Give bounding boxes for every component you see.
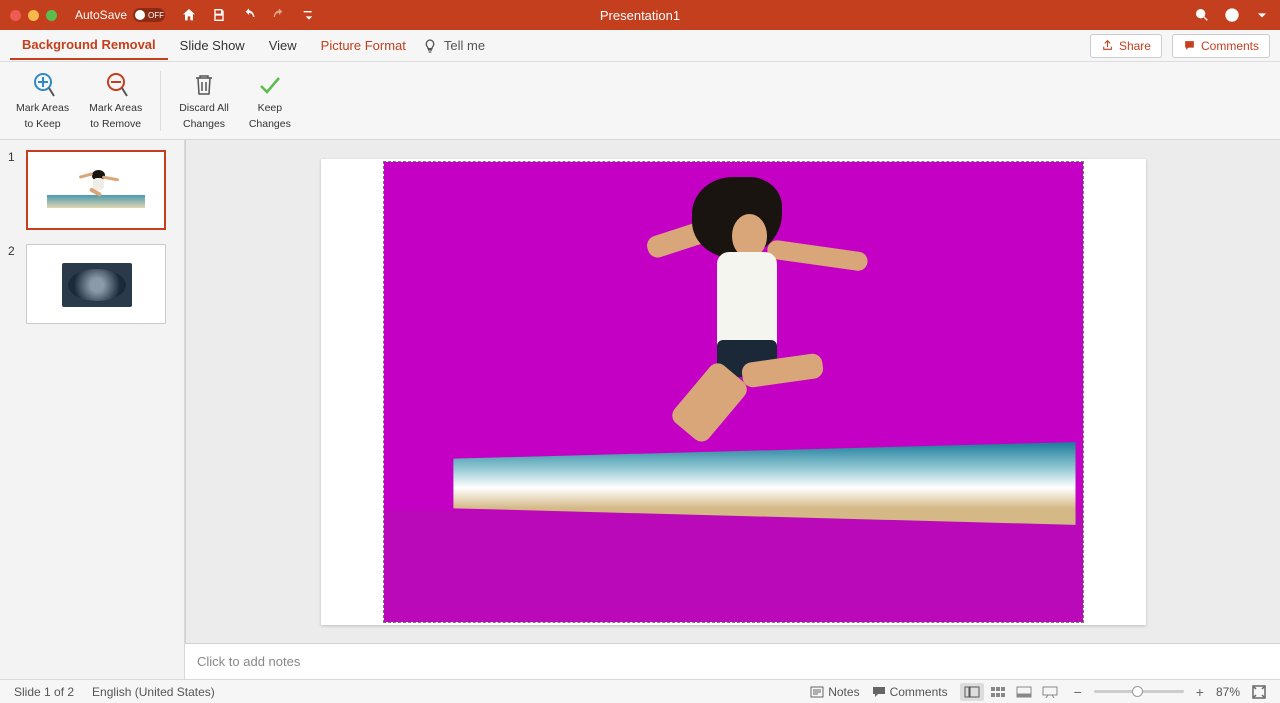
keep-changes-button[interactable]: Keep Changes <box>243 67 297 134</box>
undo-icon[interactable] <box>241 7 257 23</box>
redo-icon[interactable] <box>271 7 287 23</box>
zoom-slider[interactable] <box>1094 690 1184 693</box>
view-mode-buttons <box>960 683 1062 701</box>
document-title: Presentation1 <box>600 8 680 23</box>
tab-slide-show[interactable]: Slide Show <box>168 32 257 59</box>
share-label: Share <box>1119 39 1151 53</box>
comments-button[interactable]: Comments <box>1172 34 1270 58</box>
autosave-switch[interactable]: OFF <box>133 8 165 22</box>
notes-toggle[interactable]: Notes <box>810 685 859 699</box>
window-controls <box>10 10 57 21</box>
status-bar: Slide 1 of 2 English (United States) Not… <box>0 679 1280 703</box>
thumbnail-preview[interactable] <box>26 244 166 324</box>
ribbon: Mark Areas to Keep Mark Areas to Remove … <box>0 62 1280 140</box>
qat-dropdown-icon[interactable] <box>301 7 317 23</box>
mark-keep-icon <box>28 71 58 99</box>
slideshow-view-button[interactable] <box>1038 683 1062 701</box>
comment-icon <box>1183 39 1196 52</box>
zoom-in-button[interactable]: + <box>1196 684 1204 700</box>
notes-placeholder: Click to add notes <box>197 654 300 669</box>
slide-number: 2 <box>8 244 20 324</box>
titlebar: AutoSave OFF Presentation1 <box>0 0 1280 30</box>
close-window-button[interactable] <box>10 10 21 21</box>
slide-number: 1 <box>8 150 20 230</box>
share-button[interactable]: Share <box>1090 34 1162 58</box>
slide-thumbnail-1[interactable]: 1 <box>8 150 176 230</box>
mark-areas-to-remove-button[interactable]: Mark Areas to Remove <box>83 67 148 134</box>
maximize-window-button[interactable] <box>46 10 57 21</box>
slide-canvas-area[interactable] <box>185 140 1280 643</box>
mark-remove-icon <box>101 71 131 99</box>
tell-me-search[interactable]: Tell me <box>422 38 485 54</box>
normal-view-button[interactable] <box>960 683 984 701</box>
tell-me-label: Tell me <box>444 38 485 53</box>
fit-to-window-button[interactable] <box>1252 685 1266 699</box>
search-icon[interactable] <box>1194 7 1210 23</box>
tab-background-removal[interactable]: Background Removal <box>10 31 168 60</box>
home-icon[interactable] <box>181 7 197 23</box>
account-icon[interactable] <box>1224 7 1240 23</box>
notes-icon <box>810 686 824 698</box>
chevron-down-icon[interactable] <box>1254 7 1270 23</box>
zoom-out-button[interactable]: − <box>1074 684 1082 700</box>
slide-counter[interactable]: Slide 1 of 2 <box>14 685 74 699</box>
slide-sorter-view-button[interactable] <box>986 683 1010 701</box>
quick-access-toolbar <box>181 7 317 23</box>
mark-areas-to-keep-button[interactable]: Mark Areas to Keep <box>10 67 75 134</box>
lightbulb-icon <box>422 38 438 54</box>
comments-label: Comments <box>1201 39 1259 53</box>
comment-icon <box>872 686 886 698</box>
editor-area: Click to add notes <box>185 140 1280 679</box>
minimize-window-button[interactable] <box>28 10 39 21</box>
ribbon-tabs: Background Removal Slide Show View Pictu… <box>0 30 1280 62</box>
background-removal-preview <box>384 162 1083 622</box>
slide[interactable] <box>321 159 1146 625</box>
ribbon-separator <box>160 71 161 131</box>
autosave-label: AutoSave <box>75 8 127 22</box>
trash-icon <box>189 71 219 99</box>
slide-thumbnail-2[interactable]: 2 <box>8 244 176 324</box>
tab-picture-format[interactable]: Picture Format <box>309 32 418 59</box>
save-icon[interactable] <box>211 7 227 23</box>
autosave-toggle[interactable]: AutoSave OFF <box>75 8 165 22</box>
checkmark-icon <box>255 71 285 99</box>
comments-toggle[interactable]: Comments <box>872 685 948 699</box>
reading-view-button[interactable] <box>1012 683 1036 701</box>
share-icon <box>1101 39 1114 52</box>
autosave-state: OFF <box>148 11 164 20</box>
notes-pane[interactable]: Click to add notes <box>185 643 1280 679</box>
zoom-slider-thumb[interactable] <box>1132 686 1143 697</box>
tab-view[interactable]: View <box>257 32 309 59</box>
language-status[interactable]: English (United States) <box>92 685 215 699</box>
thumbnail-preview[interactable] <box>26 150 166 230</box>
picture-selection[interactable] <box>383 161 1084 623</box>
zoom-percentage[interactable]: 87% <box>1216 685 1240 699</box>
work-area: 1 2 <box>0 140 1280 679</box>
discard-all-changes-button[interactable]: Discard All Changes <box>173 67 235 134</box>
slide-thumbnails-panel[interactable]: 1 2 <box>0 140 185 679</box>
